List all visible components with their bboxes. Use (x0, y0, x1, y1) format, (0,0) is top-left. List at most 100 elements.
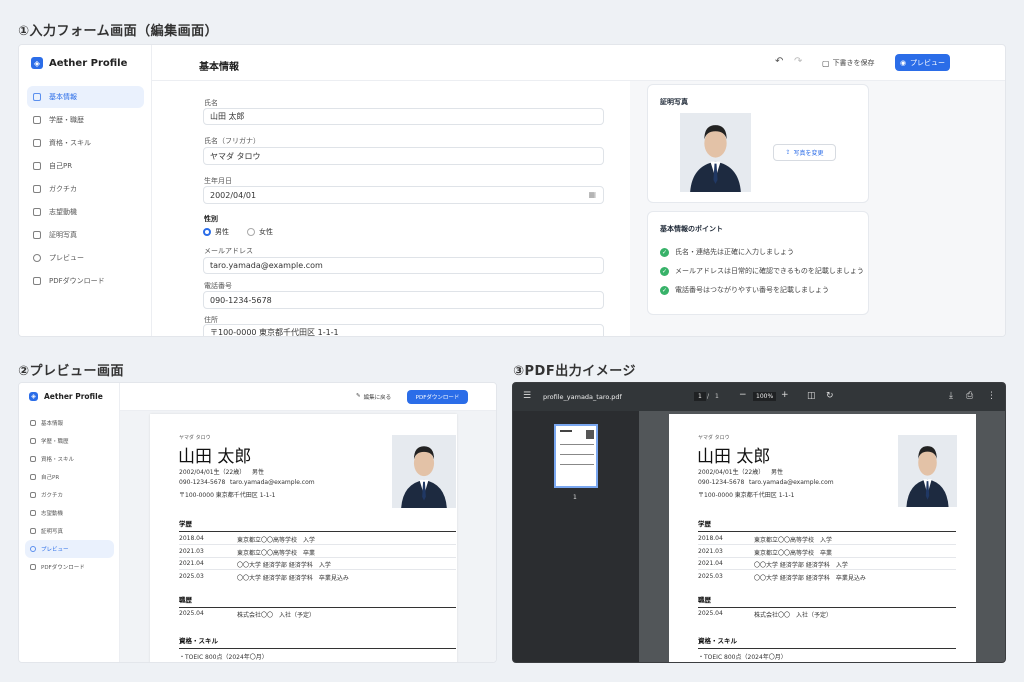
birthdate-input[interactable]: 2002/04/01 ▦ (203, 186, 604, 204)
rotate-icon[interactable]: ↻ (826, 391, 834, 401)
nav-pdf-download[interactable]: PDFダウンロード (25, 558, 114, 576)
edu-date: 2021.03 (179, 548, 204, 555)
image-icon (33, 230, 41, 239)
work-text: 株式会社〇〇 入社（予定） (237, 612, 316, 619)
work-heading: 職歴 (179, 594, 456, 608)
zoom-out-icon[interactable]: − (739, 390, 747, 400)
nav-self-pr[interactable]: 自己PR (25, 468, 114, 486)
nav-label: プレビュー (49, 253, 84, 262)
row-divider (179, 569, 456, 570)
resume-email: taro.yamada@example.com (749, 479, 834, 486)
nav-gakuchika[interactable]: ガクチカ (25, 486, 114, 504)
nav-education[interactable]: 学歴・職歴 (27, 108, 144, 131)
fit-page-icon[interactable]: ◫ (807, 391, 816, 401)
resume-page: ヤマダ タロウ 山田 太郎 2002/04/01生（22歳） 男性 090-12… (669, 414, 976, 662)
zoom-in-icon[interactable]: + (781, 390, 789, 400)
section-title-preview: ②プレビュー画面 (18, 364, 125, 379)
user-icon (30, 420, 36, 426)
download-icon[interactable]: ⤓ (949, 391, 953, 401)
tip-item: ✓ メールアドレスは日常的に確認できるものを記載しましょう (660, 266, 864, 276)
nav-skills[interactable]: 資格・スキル (27, 131, 144, 154)
nav-basic-info[interactable]: 基本情報 (25, 414, 114, 432)
menu-icon[interactable]: ☰ (523, 391, 531, 401)
undo-icon[interactable]: ↶ (775, 56, 783, 67)
back-to-edit-button[interactable]: ✎ 編集に戻る (356, 393, 391, 401)
page-thumbnail[interactable] (554, 424, 598, 488)
page-number-input[interactable]: 1 (694, 392, 706, 401)
sidebar: ◈ Aether Profile 基本情報 学歴・職歴 資格・スキル 自己PR … (19, 45, 152, 336)
document-icon (30, 474, 36, 480)
app-name: Aether Profile (44, 392, 103, 401)
work-text: 株式会社〇〇 入社（予定） (754, 612, 833, 619)
thumb-photo (586, 430, 594, 439)
eye-icon (33, 253, 41, 262)
zoom-level[interactable]: 100% (753, 392, 777, 401)
work-date: 2025.04 (698, 610, 723, 617)
name-label: 氏名 (204, 99, 218, 107)
form-area: 氏名 山田 太郎 氏名（フリガナ） ヤマダ タロウ 生年月日 2002/04/0… (152, 81, 630, 336)
nav-label: 自己PR (41, 475, 60, 481)
birthdate-value: 2002/04/01 (210, 190, 257, 200)
resume-kana: ヤマダ タロウ (179, 435, 211, 441)
edu-text: 〇〇大学 経済学部 経済学科 入学 (754, 562, 848, 569)
address-input[interactable]: 〒100-0000 東京都千代田区 1-1-1 (203, 324, 604, 336)
page-separator: / (707, 393, 710, 400)
download-icon (33, 276, 41, 285)
building-icon (33, 207, 41, 216)
nav-motivation[interactable]: 志望動機 (27, 200, 144, 223)
redo-icon[interactable]: ↷ (794, 56, 802, 67)
save-draft-button[interactable]: ▢ 下書きを保存 (822, 58, 875, 68)
edu-text: 東京都立〇〇高等学校 入学 (754, 537, 833, 544)
phone-input[interactable]: 090-1234-5678 (203, 291, 604, 309)
nav-gakuchika[interactable]: ガクチカ (27, 177, 144, 200)
preview-screen: ◈ Aether Profile 基本情報 学歴・職歴 資格・スキル 自己PR … (18, 382, 497, 663)
name-input[interactable]: 山田 太郎 (203, 108, 604, 125)
more-icon[interactable]: ⋮ (987, 391, 996, 401)
gender-label: 性別 (204, 215, 218, 223)
nav-preview[interactable]: プレビュー (27, 246, 144, 269)
back-label: 編集に戻る (363, 395, 392, 401)
nav-photo[interactable]: 証明写真 (27, 223, 144, 246)
pdf-toolbar: ☰ profile_yamada_taro.pdf 1 / 1 − 100% +… (513, 383, 1005, 411)
nav-photo[interactable]: 証明写真 (25, 522, 114, 540)
calendar-icon[interactable]: ▦ (588, 190, 596, 199)
gender-male-radio[interactable]: 男性 (203, 227, 229, 237)
sidebar: ◈ Aether Profile 基本情報 学歴・職歴 資格・スキル 自己PR … (19, 383, 120, 662)
check-icon: ✓ (660, 247, 669, 257)
photo-card-title: 証明写真 (660, 98, 688, 106)
pdf-filename: profile_yamada_taro.pdf (543, 393, 622, 401)
nav-basic-info[interactable]: 基本情報 (27, 86, 144, 108)
print-icon[interactable]: ⎙ (966, 391, 973, 401)
kana-input[interactable]: ヤマダ タロウ (203, 147, 604, 165)
education-heading: 学歴 (179, 518, 456, 532)
radio-checked-icon (203, 228, 211, 236)
change-photo-button[interactable]: ⇪ 写真を変更 (773, 144, 836, 161)
nav-skills[interactable]: 資格・スキル (25, 450, 114, 468)
resume-phone: 090-1234-5678 (179, 479, 226, 486)
row-divider (698, 557, 956, 558)
nav-pdf-download[interactable]: PDFダウンロード (27, 269, 144, 292)
nav-preview[interactable]: プレビュー (25, 540, 114, 558)
nav-motivation[interactable]: 志望動機 (25, 504, 114, 522)
nav-label: PDFダウンロード (49, 276, 105, 285)
gender-female-radio[interactable]: 女性 (247, 227, 273, 237)
resume-gender: 男性 (771, 469, 784, 476)
pdf-download-button[interactable]: PDFダウンロード (407, 390, 468, 404)
graduation-icon (30, 438, 36, 444)
nav-education[interactable]: 学歴・職歴 (25, 432, 114, 450)
nav-label: PDFダウンロード (41, 565, 85, 571)
nav-label: 証明写真 (41, 529, 64, 535)
top-bar: 基本情報 ↶ ↷ ▢ 下書きを保存 ◉ プレビュー (152, 45, 1005, 81)
nav-label: ガクチカ (49, 184, 77, 193)
resume-photo (392, 435, 456, 508)
birthdate-label: 生年月日 (204, 177, 232, 185)
app-name: Aether Profile (49, 57, 128, 69)
email-input[interactable]: taro.yamada@example.com (203, 257, 604, 274)
edu-date: 2025.03 (698, 573, 723, 580)
preview-button[interactable]: ◉ プレビュー (895, 54, 950, 71)
app-logo: ◈ Aether Profile (31, 57, 127, 69)
certificate-icon (33, 138, 41, 147)
gender-female-label: 女性 (259, 228, 273, 236)
thumbnail-page-number: 1 (573, 494, 577, 501)
nav-self-pr[interactable]: 自己PR (27, 154, 144, 177)
